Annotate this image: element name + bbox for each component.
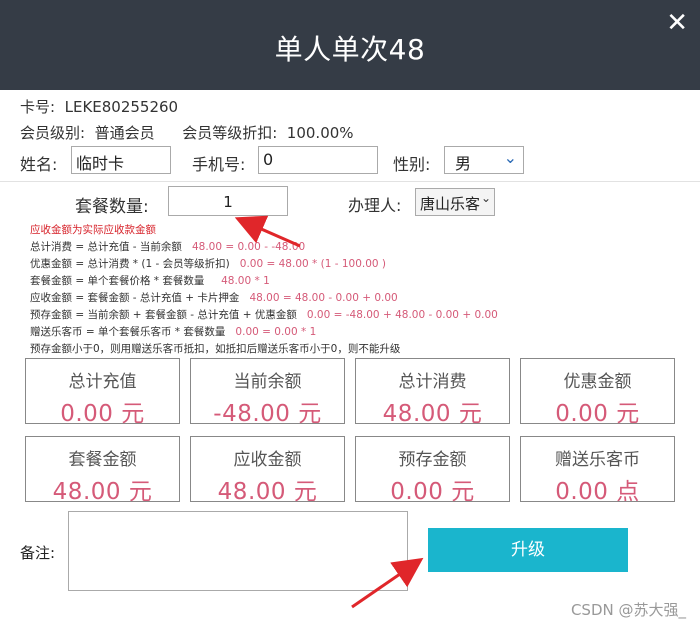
card-label: 总计消费 — [398, 372, 467, 392]
card-receivable-amount: 应收金额 48.00 元 — [190, 436, 345, 505]
formula-text: 赠送乐客币 = 单个套餐乐客币 * 套餐数量 — [30, 326, 226, 338]
card-value: 0.00 元 — [60, 401, 145, 427]
card-prestore-amount: 预存金额 0.00 元 — [355, 436, 510, 505]
card-total-recharge: 总计充值 0.00 元 — [25, 358, 180, 427]
card-label: 应收金额 — [233, 450, 302, 470]
package-qty-label: 套餐数量: — [75, 197, 149, 217]
card-number-row: 卡号: LEKE80255260 — [20, 96, 178, 117]
member-level-label: 会员级别: — [20, 124, 86, 142]
upgrade-button[interactable]: 升级 — [428, 528, 628, 572]
handler-select[interactable]: 唐山乐客 ⌄ — [415, 188, 495, 216]
chevron-down-icon: ⌄ — [503, 148, 517, 167]
dialog-titlebar: 单人单次48 ✕ — [0, 0, 700, 90]
formula-values: 0.00 = 48.00 * (1 - 100.00 ) — [239, 258, 387, 270]
card-value: 0.00 元 — [555, 401, 640, 427]
card-number-label: 卡号: — [20, 98, 56, 116]
card-label: 赠送乐客币 — [555, 450, 640, 470]
gender-select[interactable]: 男 ⌄ — [444, 146, 524, 174]
member-level-row: 会员级别: 普通会员 会员等级折扣: 100.00% — [20, 122, 354, 143]
handler-label: 办理人: — [348, 196, 402, 215]
card-label: 套餐金额 — [68, 450, 137, 470]
handler-select-value: 唐山乐客 — [420, 195, 481, 213]
formula-values: 48.00 = 48.00 - 0.00 + 0.00 — [249, 292, 398, 304]
formula-text: 预存金额 = 当前余额 + 套餐金额 - 总计充值 + 优惠金额 — [30, 309, 297, 321]
formula-line: 套餐金额 = 单个套餐价格 * 套餐数量 48.00 * 1 — [30, 273, 498, 290]
formula-line: 赠送乐客币 = 单个套餐乐客币 * 套餐数量 0.00 = 0.00 * 1 — [30, 324, 498, 341]
formula-warning: 预存金额小于0，则用赠送乐客币抵扣，如抵扣后赠送乐客币小于0，则不能升级 — [30, 343, 401, 355]
divider — [0, 181, 700, 182]
watermark: CSDN @苏大强_ — [570, 601, 686, 619]
formula-line: 预存金额 = 当前余额 + 套餐金额 - 总计充值 + 优惠金额 0.00 = … — [30, 307, 498, 324]
formula-text: 总计消费 = 总计充值 - 当前余额 — [30, 241, 182, 253]
chevron-down-icon: ⌄ — [480, 191, 491, 205]
dialog-title: 单人单次48 — [274, 33, 426, 66]
card-value: 48.00 元 — [52, 479, 153, 505]
formula-line: 优惠金额 = 总计消费 * (1 - 会员等级折扣) 0.00 = 48.00 … — [30, 256, 498, 273]
remark-label: 备注: — [20, 544, 56, 562]
package-qty-input[interactable]: 1 — [168, 186, 288, 216]
formula-text: 应收金额 = 套餐金额 - 总计充值 + 卡片押金 — [30, 292, 240, 304]
card-label: 当前余额 — [233, 372, 302, 392]
formula-notes: 应收金额为实际应收款金额 总计消费 = 总计充值 - 当前余额 48.00 = … — [30, 222, 498, 358]
card-label: 总计充值 — [68, 372, 137, 392]
card-total-consumption: 总计消费 48.00 元 — [355, 358, 510, 427]
member-level-value: 普通会员 — [94, 124, 155, 142]
discount-value: 100.00% — [286, 124, 354, 142]
card-label: 预存金额 — [398, 450, 467, 470]
card-value: 48.00 元 — [217, 479, 318, 505]
formula-values: 0.00 = 0.00 * 1 — [235, 326, 317, 338]
formula-text: 优惠金额 = 总计消费 * (1 - 会员等级折扣) — [30, 258, 230, 270]
name-label: 姓名: — [20, 155, 58, 174]
formula-values: 48.00 = 0.00 - -48.00 — [191, 241, 306, 253]
phone-label: 手机号: — [192, 155, 246, 174]
gender-label: 性别: — [393, 155, 431, 174]
card-bonus-coins: 赠送乐客币 0.00 点 — [520, 436, 675, 505]
card-value: 0.00 元 — [390, 479, 475, 505]
package-row: 套餐数量: 1 办理人: 唐山乐客 ⌄ — [0, 186, 700, 218]
remark-textarea[interactable] — [68, 511, 408, 591]
formula-note: 应收金额为实际应收款金额 — [30, 224, 156, 236]
name-input[interactable]: 临时卡 — [71, 146, 171, 174]
card-value: 48.00 元 — [382, 401, 483, 427]
close-icon[interactable]: ✕ — [666, 8, 688, 38]
card-value: 0.00 点 — [555, 479, 640, 505]
card-package-amount: 套餐金额 48.00 元 — [25, 436, 180, 505]
phone-input[interactable]: 0 — [258, 146, 378, 174]
member-fields-row: 姓名: 临时卡 手机号: 0 性别: 男 ⌄ — [20, 146, 700, 176]
discount-label: 会员等级折扣: — [182, 124, 278, 142]
card-current-balance: 当前余额 -48.00 元 — [190, 358, 345, 427]
formula-values: 48.00 * 1 — [221, 275, 270, 287]
card-number-value: LEKE80255260 — [64, 98, 179, 116]
gender-select-value: 男 — [455, 154, 472, 173]
formula-line: 总计消费 = 总计充值 - 当前余额 48.00 = 0.00 - -48.00 — [30, 239, 498, 256]
card-label: 优惠金额 — [563, 372, 632, 392]
formula-text: 套餐金额 = 单个套餐价格 * 套餐数量 — [30, 275, 205, 287]
formula-values: 0.00 = -48.00 + 48.00 - 0.00 + 0.00 — [306, 309, 498, 321]
card-discount-amount: 优惠金额 0.00 元 — [520, 358, 675, 427]
formula-line: 应收金额 = 套餐金额 - 总计充值 + 卡片押金 48.00 = 48.00 … — [30, 290, 498, 307]
card-value: -48.00 元 — [213, 401, 322, 427]
